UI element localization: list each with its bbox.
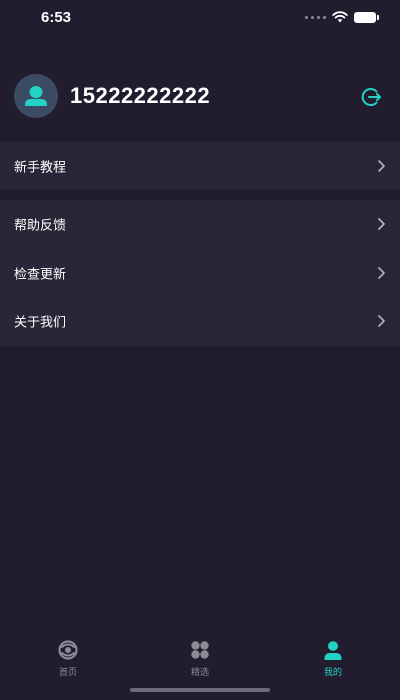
tab-label: 我的 (323, 668, 342, 678)
menu-item-tutorial[interactable]: 新手教程 (0, 142, 400, 190)
tab-label: 首页 (58, 668, 77, 678)
avatar[interactable] (14, 74, 58, 118)
chevron-right-icon (378, 160, 385, 172)
tab-featured[interactable]: 精选 (160, 638, 240, 678)
chevron-right-icon (378, 267, 385, 279)
menu-group-tutorial: 新手教程 (0, 142, 400, 190)
tab-home[interactable]: 首页 (28, 638, 108, 678)
user-avatar-icon (25, 86, 47, 106)
menu-item-check-update[interactable]: 检查更新 (0, 249, 400, 298)
home-swirl-icon (58, 640, 78, 660)
chevron-right-icon (378, 315, 385, 328)
menu-item-about-us[interactable]: 关于我们 (0, 297, 400, 346)
signal-icon (305, 15, 326, 19)
tab-label: 精选 (190, 668, 209, 678)
chevron-right-icon (378, 218, 385, 231)
status-bar: 6:53 (0, 0, 400, 36)
menu-group-support: 帮助反馈 检查更新 关于我们 (0, 200, 400, 346)
profile-header: 15222222222 (0, 74, 400, 118)
battery-icon (354, 11, 379, 23)
menu-item-label: 检查更新 (14, 267, 67, 283)
menu-item-feedback[interactable]: 帮助反馈 (0, 200, 400, 249)
grid-icon (191, 641, 209, 659)
status-time: 6:53 (41, 9, 72, 26)
status-icons (305, 11, 379, 23)
wifi-icon (332, 11, 348, 23)
menu-item-label: 新手教程 (14, 160, 67, 176)
home-indicator (130, 688, 270, 692)
menu-item-label: 帮助反馈 (14, 218, 67, 234)
menu-item-label: 关于我们 (14, 315, 67, 331)
logout-icon[interactable] (358, 84, 384, 110)
user-phone-number: 15222222222 (70, 83, 211, 108)
tab-mine[interactable]: 我的 (293, 638, 373, 678)
user-icon (324, 641, 342, 660)
